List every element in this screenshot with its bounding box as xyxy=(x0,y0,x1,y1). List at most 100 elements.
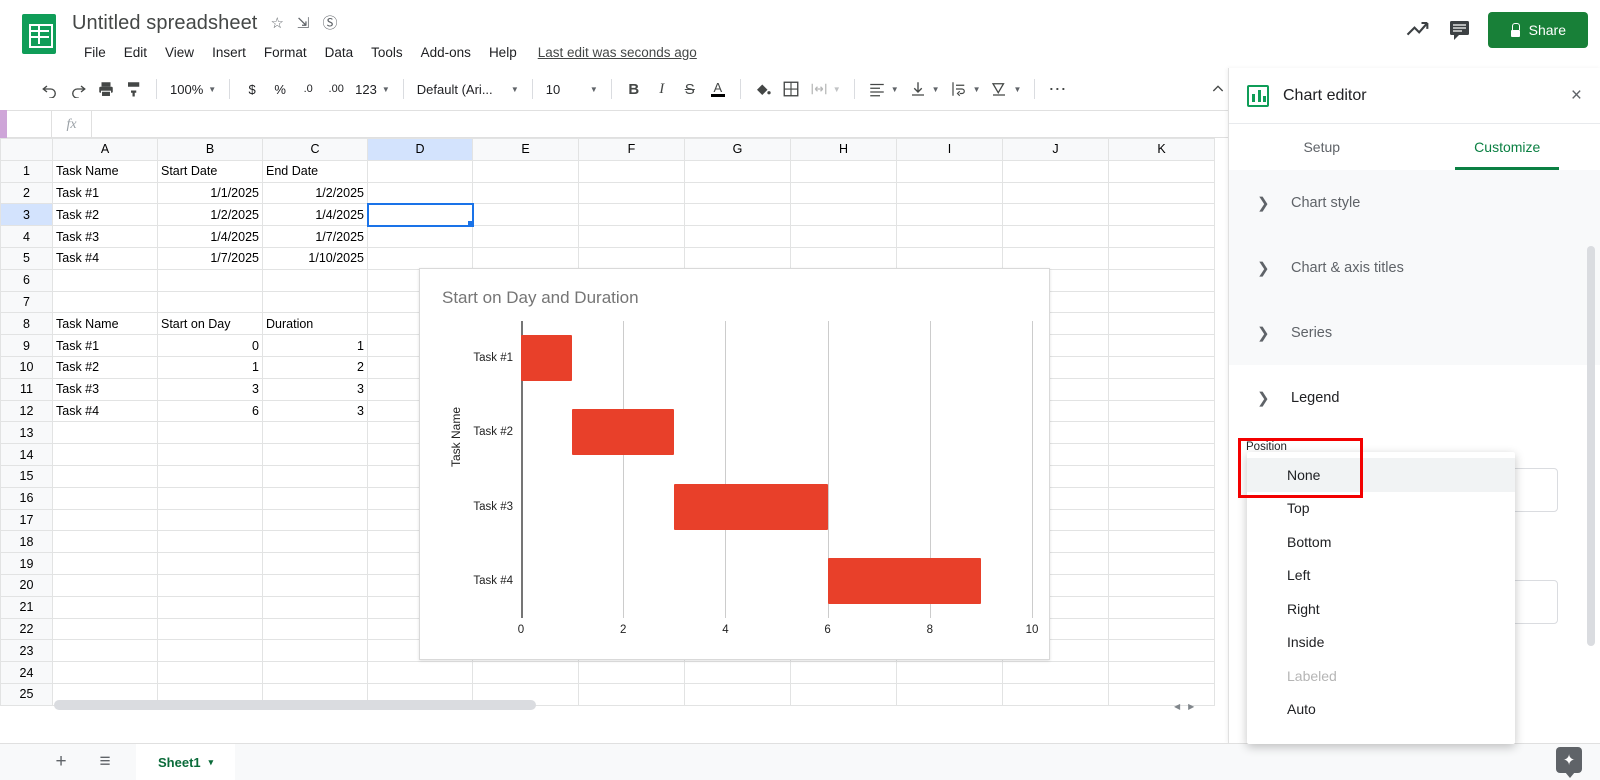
tab-customize[interactable]: Customize xyxy=(1415,124,1600,170)
cell-K22[interactable] xyxy=(1109,618,1215,640)
merge-cells-button[interactable]: ▼ xyxy=(805,75,846,103)
scroll-left-icon[interactable]: ◀ xyxy=(1174,702,1180,711)
cell-G5[interactable] xyxy=(685,247,791,269)
cell-K20[interactable] xyxy=(1109,574,1215,596)
cell-C7[interactable] xyxy=(263,291,368,313)
cell-I5[interactable] xyxy=(897,247,1003,269)
document-title[interactable]: Untitled spreadsheet xyxy=(72,12,257,35)
cell-C20[interactable] xyxy=(263,574,368,596)
row-header-6[interactable]: 6 xyxy=(1,269,53,291)
activity-trend-icon[interactable] xyxy=(1404,16,1432,44)
close-icon[interactable]: × xyxy=(1571,85,1582,107)
cell-A2[interactable]: Task #1 xyxy=(53,182,158,204)
cell-K18[interactable] xyxy=(1109,531,1215,553)
cell-I24[interactable] xyxy=(897,662,1003,684)
cell-A3[interactable]: Task #2 xyxy=(53,204,158,226)
row-header-25[interactable]: 25 xyxy=(1,683,53,705)
row-header-7[interactable]: 7 xyxy=(1,291,53,313)
cell-C9[interactable]: 1 xyxy=(263,335,368,357)
cell-B23[interactable] xyxy=(158,640,263,662)
cell-C8[interactable]: Duration xyxy=(263,313,368,335)
cell-C18[interactable] xyxy=(263,531,368,553)
horizontal-scroll-arrows[interactable]: ◀ ▶ xyxy=(1174,700,1214,711)
cell-E5[interactable] xyxy=(473,247,579,269)
all-sheets-icon[interactable]: ≡ xyxy=(92,751,118,773)
text-color-button[interactable]: A xyxy=(704,75,732,103)
cell-A24[interactable] xyxy=(53,662,158,684)
last-edit-status[interactable]: Last edit was seconds ago xyxy=(538,45,697,60)
cell-B14[interactable] xyxy=(158,444,263,466)
dropdown-option-top[interactable]: Top xyxy=(1247,492,1515,526)
cell-E3[interactable] xyxy=(473,204,579,226)
cell-G2[interactable] xyxy=(685,182,791,204)
dropdown-option-bottom[interactable]: Bottom xyxy=(1247,525,1515,559)
cell-E1[interactable] xyxy=(473,160,579,182)
redo-button[interactable] xyxy=(64,75,92,103)
cell-D3[interactable] xyxy=(368,204,473,226)
cell-K12[interactable] xyxy=(1109,400,1215,422)
cell-J4[interactable] xyxy=(1003,226,1109,248)
column-header-K[interactable]: K xyxy=(1109,139,1215,161)
menu-edit[interactable]: Edit xyxy=(115,42,156,63)
cell-J1[interactable] xyxy=(1003,160,1109,182)
vertical-align-button[interactable]: ▼ xyxy=(904,75,945,103)
cell-K23[interactable] xyxy=(1109,640,1215,662)
cell-A15[interactable] xyxy=(53,465,158,487)
row-header-1[interactable]: 1 xyxy=(1,160,53,182)
column-header-I[interactable]: I xyxy=(897,139,1003,161)
cell-B24[interactable] xyxy=(158,662,263,684)
cell-G3[interactable] xyxy=(685,204,791,226)
cell-F5[interactable] xyxy=(579,247,685,269)
cell-G24[interactable] xyxy=(685,662,791,684)
cell-K10[interactable] xyxy=(1109,356,1215,378)
section-series[interactable]: ❯ Series xyxy=(1229,300,1600,365)
dropdown-option-none[interactable]: None xyxy=(1247,458,1515,492)
increase-decimal-button[interactable]: .00 xyxy=(322,75,350,103)
cell-J2[interactable] xyxy=(1003,182,1109,204)
cell-C15[interactable] xyxy=(263,465,368,487)
dropdown-option-auto[interactable]: Auto xyxy=(1247,693,1515,727)
cell-G1[interactable] xyxy=(685,160,791,182)
cell-J5[interactable] xyxy=(1003,247,1109,269)
cell-A21[interactable] xyxy=(53,596,158,618)
cell-C22[interactable] xyxy=(263,618,368,640)
cell-A18[interactable] xyxy=(53,531,158,553)
cell-A14[interactable] xyxy=(53,444,158,466)
cell-B6[interactable] xyxy=(158,269,263,291)
column-header-E[interactable]: E xyxy=(473,139,579,161)
cell-E2[interactable] xyxy=(473,182,579,204)
name-box[interactable] xyxy=(0,111,52,138)
menu-data[interactable]: Data xyxy=(316,42,363,63)
cell-F1[interactable] xyxy=(579,160,685,182)
row-header-17[interactable]: 17 xyxy=(1,509,53,531)
column-header-J[interactable]: J xyxy=(1003,139,1109,161)
cell-K8[interactable] xyxy=(1109,313,1215,335)
chart-bar-2[interactable] xyxy=(572,409,674,455)
cell-C13[interactable] xyxy=(263,422,368,444)
cell-I1[interactable] xyxy=(897,160,1003,182)
select-all-corner[interactable] xyxy=(1,139,53,161)
dropdown-option-inside[interactable]: Inside xyxy=(1247,626,1515,660)
cell-B19[interactable] xyxy=(158,553,263,575)
column-header-H[interactable]: H xyxy=(791,139,897,161)
cell-C16[interactable] xyxy=(263,487,368,509)
font-selector[interactable]: Default (Ari... ▼ xyxy=(412,75,524,103)
cell-H3[interactable] xyxy=(791,204,897,226)
cell-A10[interactable]: Task #2 xyxy=(53,356,158,378)
row-header-10[interactable]: 10 xyxy=(1,356,53,378)
cell-B21[interactable] xyxy=(158,596,263,618)
cell-H5[interactable] xyxy=(791,247,897,269)
cell-B7[interactable] xyxy=(158,291,263,313)
row-header-21[interactable]: 21 xyxy=(1,596,53,618)
row-header-11[interactable]: 11 xyxy=(1,378,53,400)
cell-A20[interactable] xyxy=(53,574,158,596)
cell-B16[interactable] xyxy=(158,487,263,509)
paint-format-button[interactable] xyxy=(120,75,148,103)
cell-B3[interactable]: 1/2/2025 xyxy=(158,204,263,226)
dropdown-option-left[interactable]: Left xyxy=(1247,559,1515,593)
cell-B22[interactable] xyxy=(158,618,263,640)
star-icon[interactable]: ☆ xyxy=(270,16,283,31)
cell-C11[interactable]: 3 xyxy=(263,378,368,400)
cell-J24[interactable] xyxy=(1003,662,1109,684)
cell-C12[interactable]: 3 xyxy=(263,400,368,422)
